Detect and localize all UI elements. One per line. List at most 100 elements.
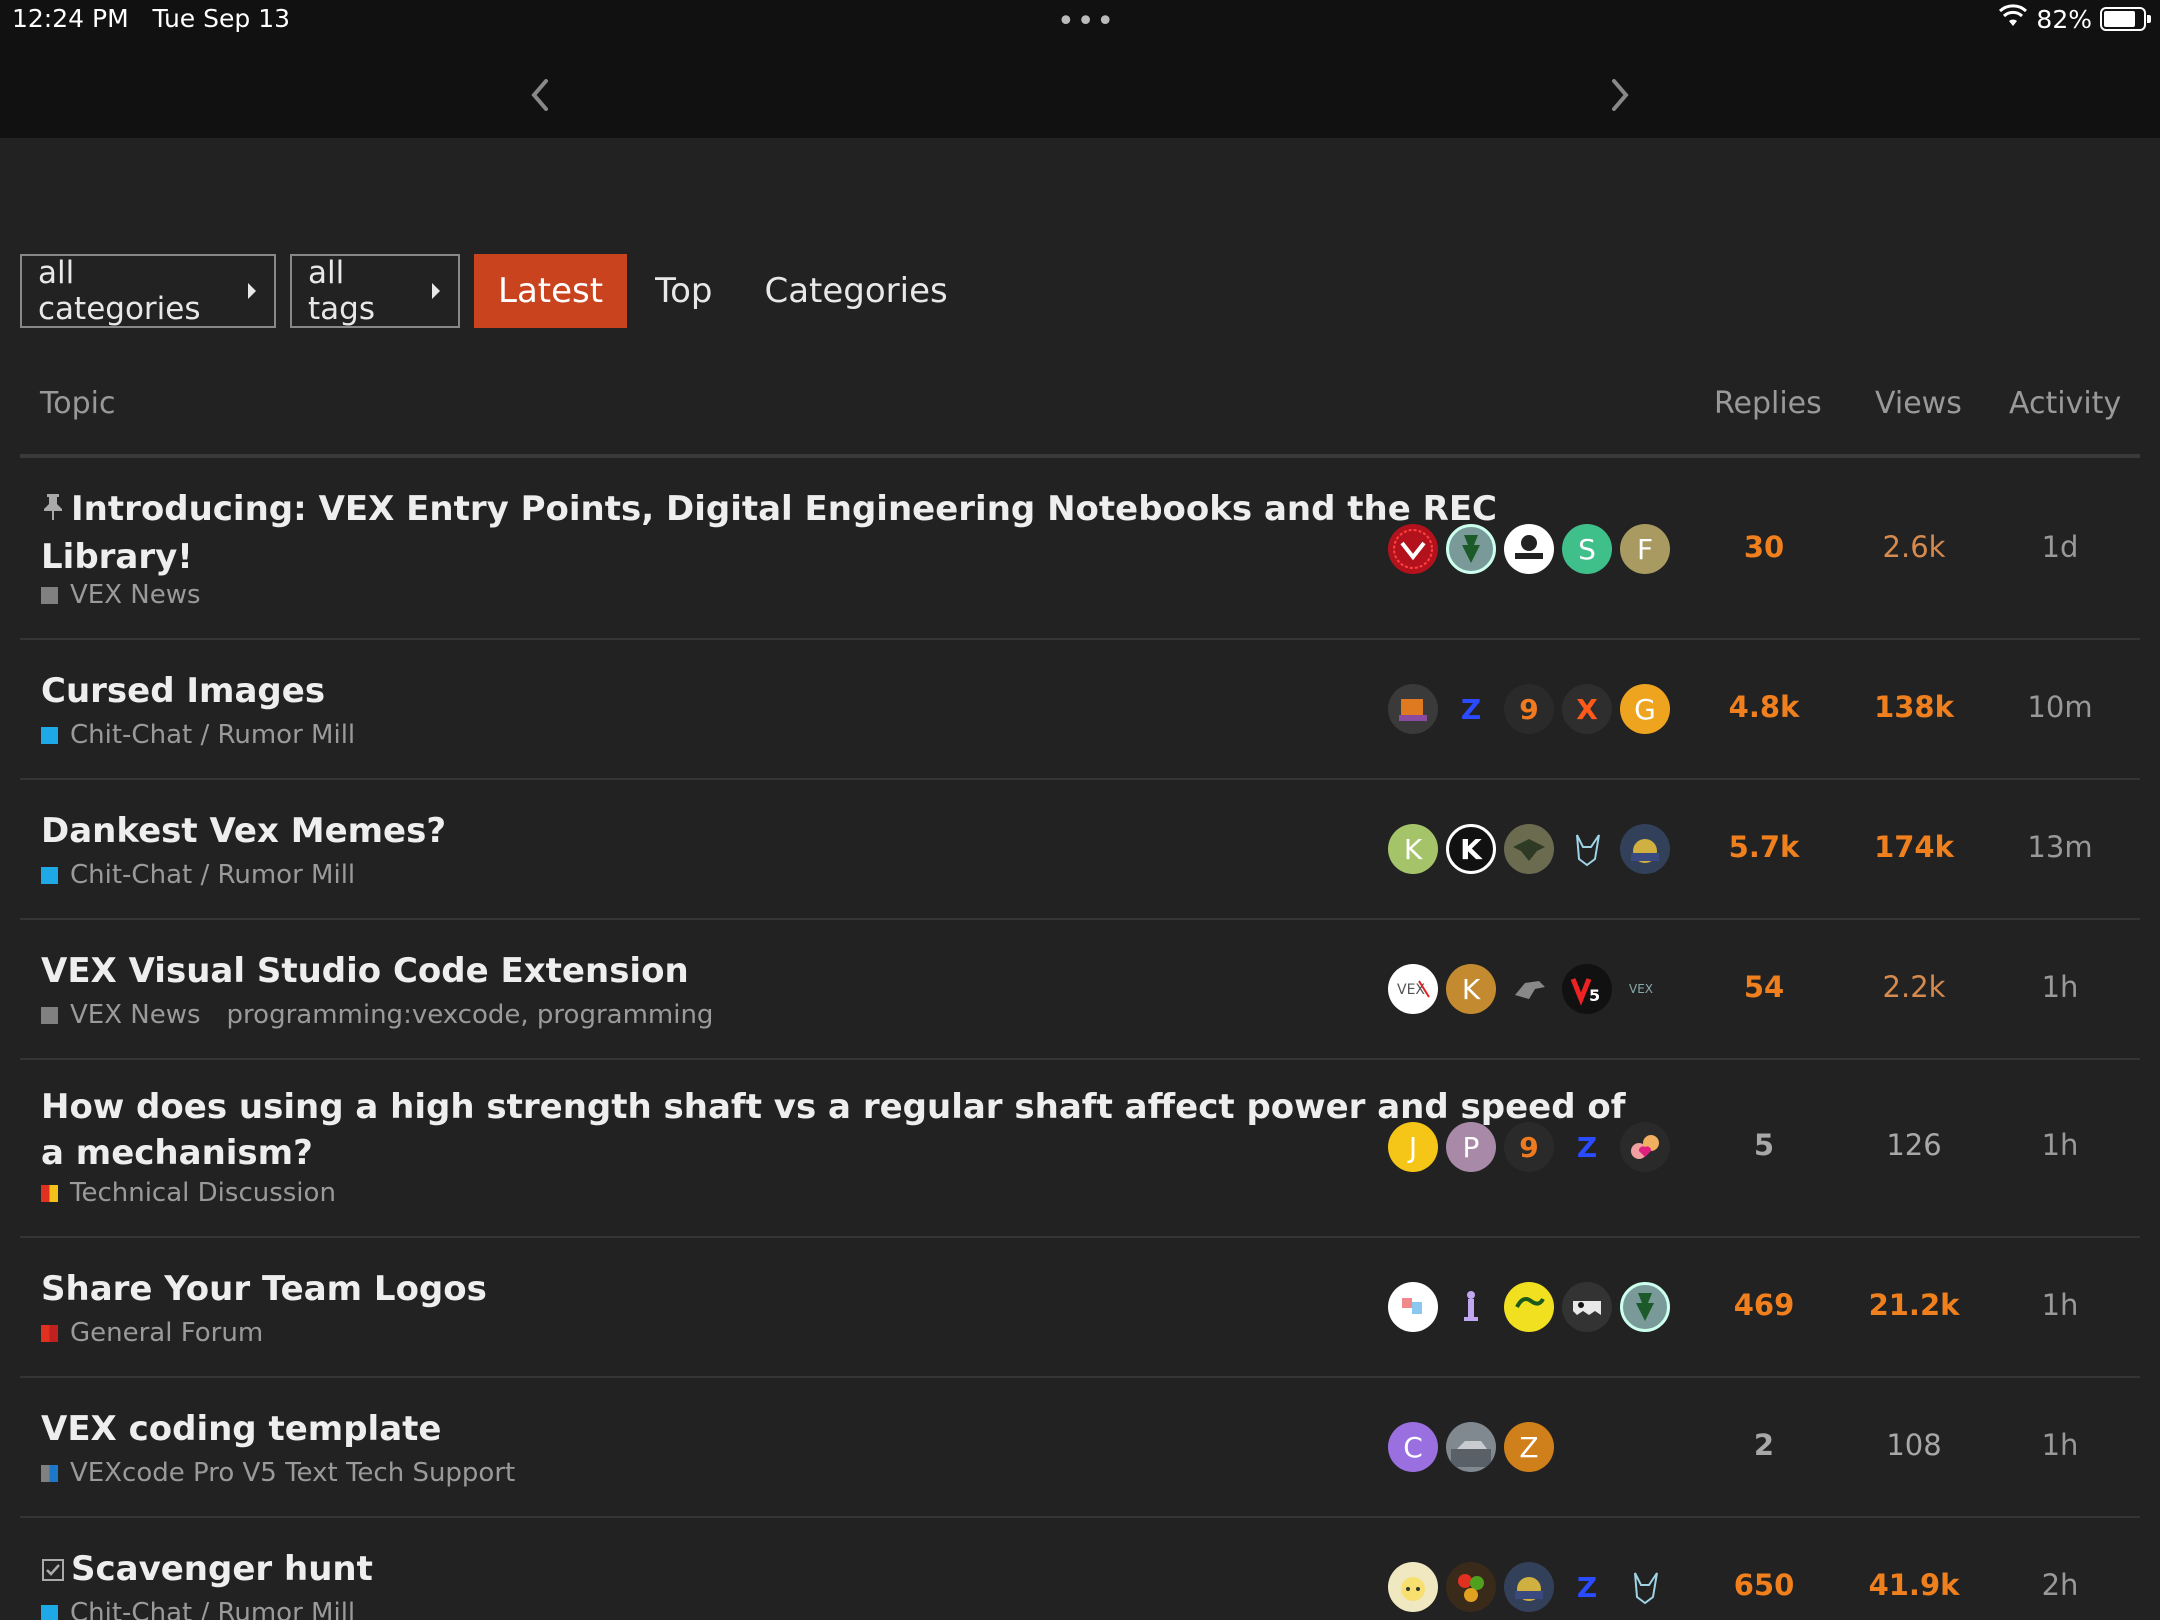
replies-count[interactable]: 4.8k [1704,690,1824,724]
replies-count[interactable]: 5.7k [1704,830,1824,864]
avatar[interactable] [1562,1282,1612,1332]
categories-dropdown[interactable]: all categories [20,254,276,328]
topic-category[interactable]: Chit-Chat / Rumor Mill [41,720,355,750]
avatar[interactable] [1504,1562,1554,1612]
activity-time[interactable]: 13m [2000,830,2120,864]
avatar[interactable] [1388,524,1438,574]
topic-category[interactable]: Technical Discussion [41,1178,336,1208]
tags-dropdown[interactable]: all tags [290,254,460,328]
activity-time[interactable]: 1h [2000,970,2120,1004]
avatar[interactable] [1446,1422,1496,1472]
replies-count[interactable]: 30 [1704,530,1824,564]
svg-text:5: 5 [1589,986,1600,1005]
topic-row[interactable]: Share Your Team Logos General Forum 469 … [20,1238,2140,1378]
avatar[interactable]: Z [1446,684,1496,734]
topic-category[interactable]: VEX News programming:vexcode, programmin… [41,1000,713,1030]
header-views[interactable]: Views [1875,386,1962,421]
topic-title[interactable]: Dankest Vex Memes? [41,808,446,854]
views-count: 2.6k [1882,530,1946,564]
avatar[interactable]: VEX [1388,964,1438,1014]
replies-count[interactable]: 650 [1704,1568,1824,1602]
activity-time[interactable]: 1d [2000,530,2120,564]
replies-count[interactable]: 5 [1704,1128,1824,1162]
avatar[interactable]: S [1562,524,1612,574]
topic-title[interactable]: Cursed Images [41,668,325,714]
topic-tags[interactable]: programming:vexcode, programming [227,1000,714,1030]
avatar[interactable] [1620,1122,1670,1172]
avatar[interactable] [1504,824,1554,874]
header-activity[interactable]: Activity [2009,386,2121,421]
category-color-square [41,1464,58,1482]
activity-time[interactable]: 1h [2000,1288,2120,1322]
topic-category[interactable]: VEXcode Pro V5 Text Tech Support [41,1458,515,1488]
poster-avatars: Z 9 X G [1388,684,1670,734]
avatar[interactable] [1620,1562,1670,1612]
avatar[interactable]: F [1620,524,1670,574]
avatar[interactable]: K [1446,964,1496,1014]
avatar[interactable]: 9 [1504,684,1554,734]
avatar[interactable]: Z [1562,1122,1612,1172]
tab-top[interactable]: Top [627,254,740,328]
back-arrow-icon[interactable] [520,70,560,120]
avatar[interactable] [1504,524,1554,574]
topic-category[interactable]: VEX News [41,580,201,610]
avatar[interactable]: P [1446,1122,1496,1172]
topic-row[interactable]: VEX coding template VEXcode Pro V5 Text … [20,1378,2140,1518]
avatar[interactable]: Z [1562,1562,1612,1612]
avatar[interactable] [1388,1562,1438,1612]
avatar[interactable] [1446,1282,1496,1332]
topic-title[interactable]: VEX coding template [41,1406,441,1452]
avatar[interactable]: Z [1504,1422,1554,1472]
topic-title[interactable]: VEX Visual Studio Code Extension [41,948,689,994]
avatar[interactable]: X [1562,684,1612,734]
avatar[interactable]: K [1446,824,1496,874]
category-name: Chit-Chat / Rumor Mill [70,720,356,750]
topic-row[interactable]: Introducing: VEX Entry Points, Digital E… [20,462,2140,640]
avatar[interactable] [1504,964,1554,1014]
topic-category[interactable]: Chit-Chat / Rumor Mill [41,1598,355,1620]
activity-time[interactable]: 1h [2000,1128,2120,1162]
avatar[interactable] [1562,824,1612,874]
avatar[interactable]: 5 [1562,964,1612,1014]
avatar[interactable]: J [1388,1122,1438,1172]
wifi-icon [1998,4,2028,34]
topic-row[interactable]: VEX Visual Studio Code Extension VEX New… [20,920,2140,1060]
activity-time[interactable]: 10m [2000,690,2120,724]
avatar[interactable]: G [1620,684,1670,734]
avatar[interactable] [1504,1282,1554,1332]
header-replies[interactable]: Replies [1714,386,1822,421]
avatar[interactable]: C [1388,1422,1438,1472]
avatar[interactable]: 9 [1504,1122,1554,1172]
avatar[interactable]: K [1388,824,1438,874]
topic-title[interactable]: Scavenger hunt [41,1546,373,1594]
tab-latest[interactable]: Latest [474,254,628,328]
avatar[interactable] [1388,1282,1438,1332]
topic-category[interactable]: General Forum [41,1318,263,1348]
multitasking-dots[interactable]: ••• [1057,4,1116,39]
avatar[interactable] [1446,1562,1496,1612]
topic-row[interactable]: How does using a high strength shaft vs … [20,1060,2140,1238]
category-name: VEX News [70,580,201,610]
avatar[interactable] [1388,684,1438,734]
replies-count[interactable]: 54 [1704,970,1824,1004]
topic-row[interactable]: Scavenger hunt Chit-Chat / Rumor Mill Z … [20,1518,2140,1620]
topic-title[interactable]: Share Your Team Logos [41,1266,487,1312]
forward-arrow-icon[interactable] [1600,70,1640,120]
replies-count[interactable]: 469 [1704,1288,1824,1322]
avatar[interactable]: VEX [1620,964,1670,1014]
activity-time[interactable]: 2h [2000,1568,2120,1602]
activity-time[interactable]: 1h [2000,1428,2120,1462]
categories-dropdown-label: all categories [38,255,201,327]
topic-title[interactable]: Introducing: VEX Entry Points, Digital E… [41,486,1497,580]
avatar[interactable] [1620,824,1670,874]
topic-row[interactable]: Dankest Vex Memes? Chit-Chat / Rumor Mil… [20,780,2140,920]
replies-count[interactable]: 2 [1704,1428,1824,1462]
tab-categories[interactable]: Categories [740,254,971,328]
poster-avatars: C Z [1388,1422,1554,1472]
topic-category[interactable]: Chit-Chat / Rumor Mill [41,860,355,890]
views-count: 138k [1874,690,1954,724]
avatar[interactable] [1620,1282,1670,1332]
header-topic[interactable]: Topic [40,386,115,421]
avatar[interactable] [1446,524,1496,574]
topic-row[interactable]: Cursed Images Chit-Chat / Rumor Mill Z 9… [20,640,2140,780]
